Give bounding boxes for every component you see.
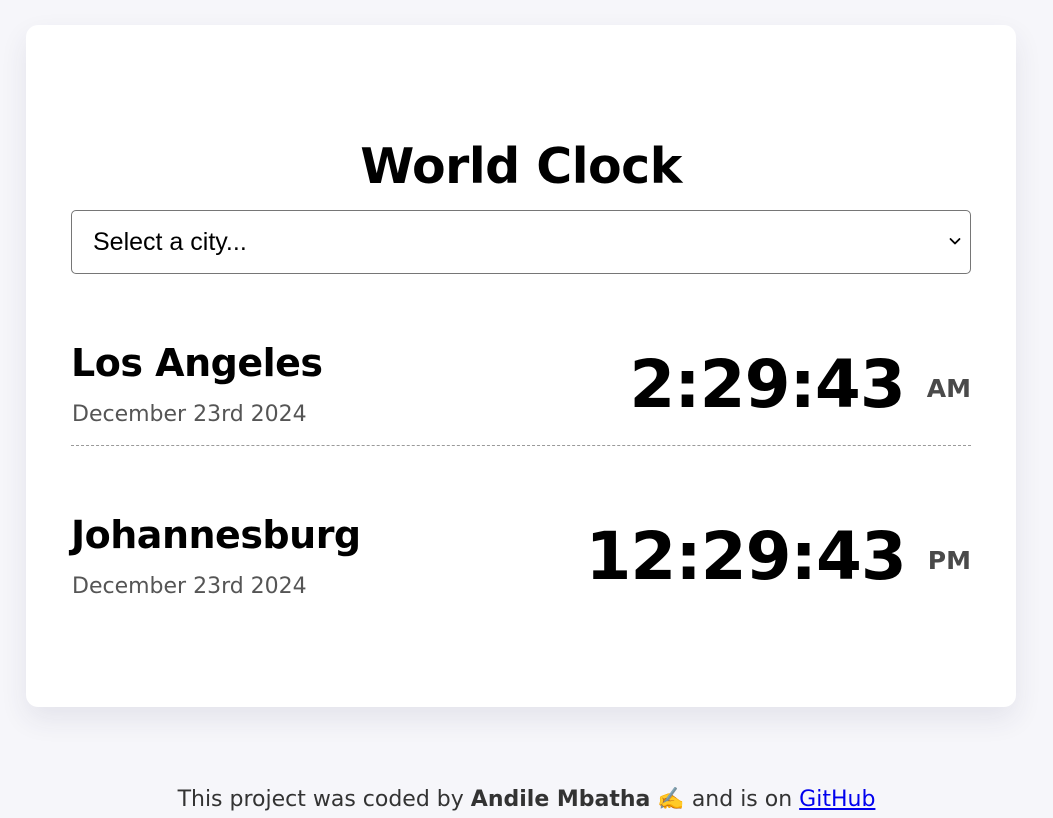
- city-select-value: Select a city...: [93, 228, 247, 256]
- writing-hand-icon: ✍️: [657, 787, 685, 812]
- city-date: December 23rd 2024: [72, 574, 307, 599]
- city-name: Los Angeles: [71, 341, 323, 385]
- world-clock-card: World Clock Select a city... Los Angeles…: [26, 25, 1016, 707]
- city-name: Johannesburg: [71, 513, 361, 557]
- time-value: 12:29:43: [585, 518, 906, 595]
- city-select[interactable]: Select a city...: [71, 210, 971, 274]
- city-row-johannesburg: Johannesburg December 23rd 2024 12:29:43…: [71, 497, 971, 623]
- author-name: Andile Mbatha: [470, 787, 651, 812]
- time-period: AM: [926, 374, 971, 403]
- chevron-down-icon: [949, 238, 961, 245]
- city-time: 2:29:43 AM: [629, 345, 971, 425]
- time-period: PM: [927, 546, 971, 575]
- time-value: 2:29:43: [629, 346, 905, 423]
- footer: This project was coded by Andile Mbatha …: [0, 785, 1053, 815]
- city-date: December 23rd 2024: [72, 402, 307, 427]
- city-row-los-angeles: Los Angeles December 23rd 2024 2:29:43 A…: [71, 325, 971, 446]
- footer-middle: and is on: [691, 787, 793, 812]
- page-title: World Clock: [360, 138, 682, 195]
- city-time: 12:29:43 PM: [585, 517, 971, 597]
- footer-prefix: This project was coded by: [177, 787, 464, 812]
- github-link[interactable]: GitHub: [799, 787, 875, 812]
